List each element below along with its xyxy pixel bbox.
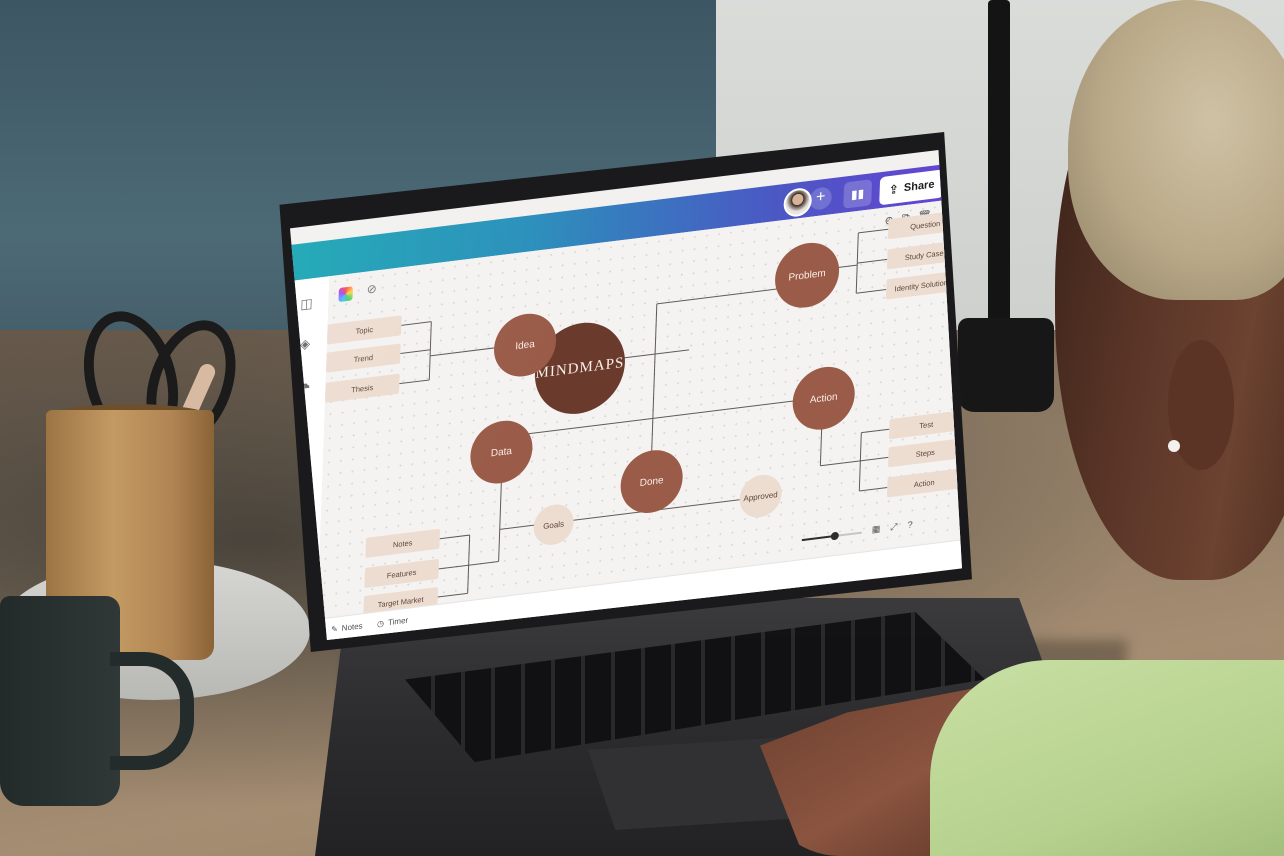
share-icon: ⇪ <box>888 181 900 198</box>
fullscreen-icon[interactable]: ⤢ <box>890 521 898 533</box>
pencil-icon: ✎ <box>330 624 338 635</box>
layout-icon[interactable]: ◫ <box>296 293 317 316</box>
earring <box>1168 440 1180 452</box>
connector-problem <box>656 288 777 305</box>
connector-idea-spine <box>428 321 432 381</box>
connector-center-problem-stem <box>654 303 658 355</box>
connector-data-spine <box>467 535 471 594</box>
mug <box>0 596 120 806</box>
insights-button[interactable]: ▮▮ <box>843 179 873 209</box>
grid-view-icon[interactable]: ▦ <box>872 523 881 535</box>
lamp-base <box>958 318 1054 412</box>
photo-scene: + ▮▮ ⇪ Share ◫◈☁T♫▶••• ⊘ ⊕ ⧉ 🗑 <box>0 0 1284 856</box>
help-icon[interactable]: ? <box>907 519 912 531</box>
mind-map-app: + ▮▮ ⇪ Share ◫◈☁T♫▶••• ⊘ ⊕ ⧉ 🗑 <box>290 150 962 640</box>
connector-center-down <box>652 354 656 419</box>
chart-bars-icon: ▮▮ <box>850 186 865 202</box>
lamp-pole <box>988 0 1010 360</box>
clock-icon: ◷ <box>376 618 385 629</box>
connector-idea-branch <box>430 347 495 357</box>
mug-handle <box>110 652 194 770</box>
center-line-2: MAPS <box>579 354 625 376</box>
shirt <box>930 660 1284 856</box>
share-label: Share <box>903 178 935 195</box>
laptop-screen: + ▮▮ ⇪ Share ◫◈☁T♫▶••• ⊘ ⊕ ⧉ 🗑 <box>290 150 962 640</box>
connector-action-spine <box>858 432 862 492</box>
